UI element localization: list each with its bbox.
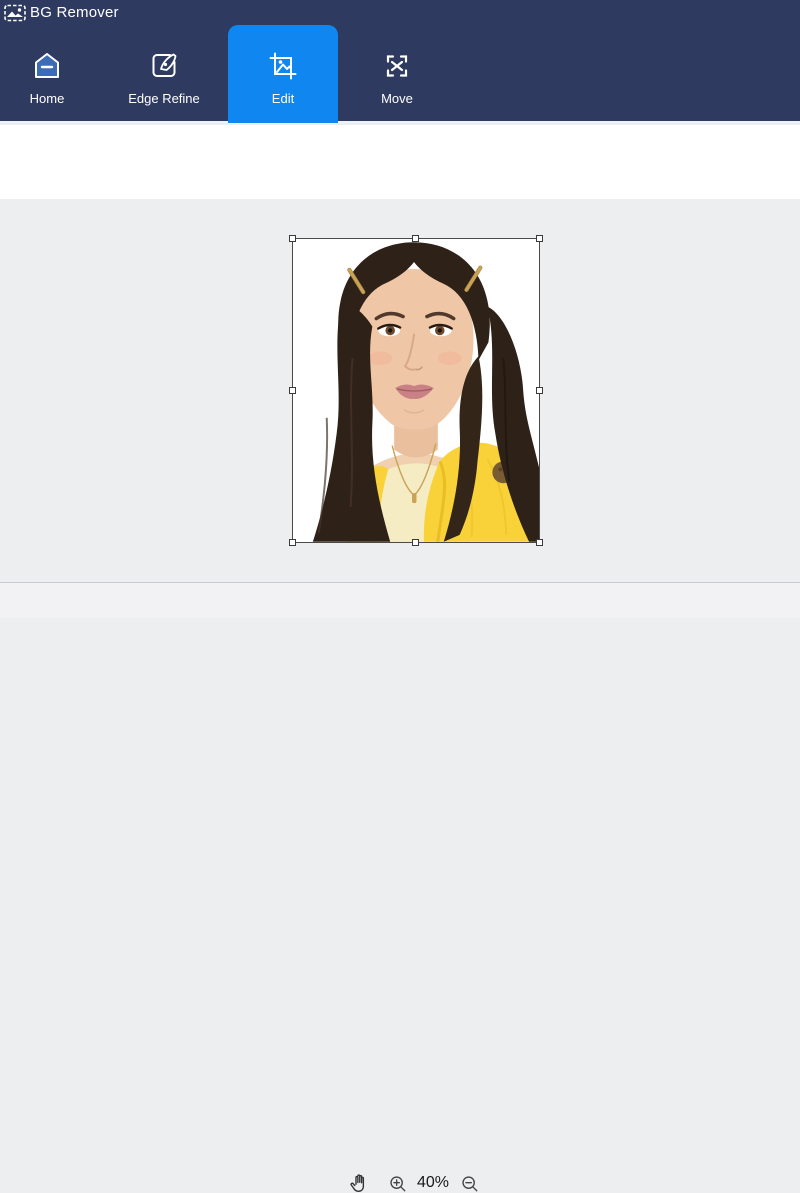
tab-move[interactable]: Move <box>342 25 452 123</box>
tab-move-label: Move <box>342 91 452 106</box>
selection-handle-mid-right[interactable] <box>536 387 543 394</box>
zoom-out-icon[interactable] <box>461 1175 479 1193</box>
toolbar: Color ••• Image Crop <box>0 125 800 199</box>
zoom-in-icon[interactable] <box>389 1175 407 1193</box>
edge-refine-icon <box>148 50 180 82</box>
move-icon <box>381 50 413 82</box>
zoom-level-value[interactable]: 40% <box>410 1174 456 1192</box>
tab-home[interactable]: Home <box>0 25 102 123</box>
app-title: BG Remover <box>30 4 119 21</box>
tab-edit-label: Edit <box>228 91 338 106</box>
hand-pan-icon[interactable] <box>349 1173 369 1193</box>
app-logo-icon <box>4 4 26 22</box>
home-icon <box>31 50 63 82</box>
photo-selection[interactable] <box>292 238 540 543</box>
selection-handle-top-right[interactable] <box>536 235 543 242</box>
tab-edit[interactable]: Edit <box>228 25 338 123</box>
tab-edge-refine[interactable]: Edge Refine <box>109 25 219 123</box>
tab-home-label: Home <box>0 91 102 106</box>
selection-handle-bottom-center[interactable] <box>412 539 419 546</box>
header: BG Remover Home Edge Refine Edit <box>0 0 800 123</box>
selection-handle-bottom-left[interactable] <box>289 539 296 546</box>
tab-edge-refine-label: Edge Refine <box>109 91 219 106</box>
selection-handle-mid-left[interactable] <box>289 387 296 394</box>
selection-handle-bottom-right[interactable] <box>536 539 543 546</box>
status-bar: 40% <box>0 582 800 618</box>
portrait-photo <box>293 239 539 542</box>
selection-handle-top-center[interactable] <box>412 235 419 242</box>
image-edit-icon <box>267 50 299 82</box>
selection-handle-top-left[interactable] <box>289 235 296 242</box>
editor-canvas[interactable] <box>0 199 800 582</box>
